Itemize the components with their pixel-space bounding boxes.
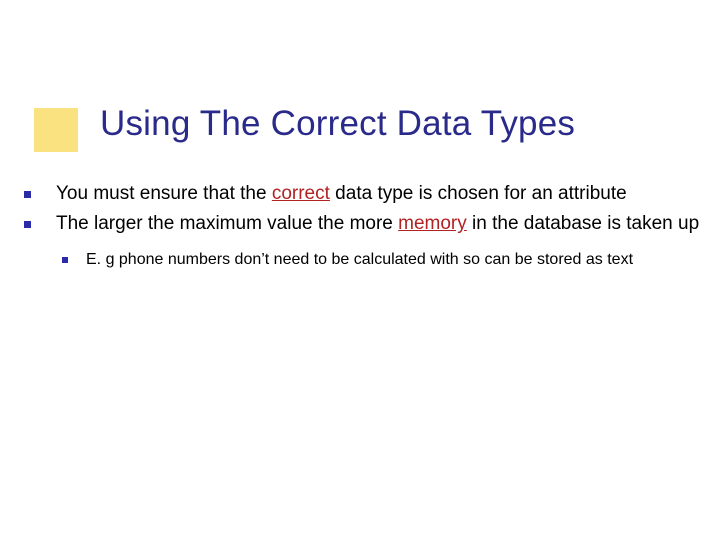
bullet-text-prefix: You must ensure that the — [56, 183, 272, 204]
title-accent-block — [34, 108, 78, 152]
bullet-emph: memory — [398, 213, 467, 234]
list-item: You must ensure that the correct data ty… — [20, 182, 700, 206]
sub-bullet-list: E. g phone numbers don’t need to be calc… — [56, 245, 700, 275]
sub-bullet-text: E. g phone numbers don’t need to be calc… — [86, 251, 633, 268]
slide-title: Using The Correct Data Types — [100, 104, 575, 144]
slide-content: You must ensure that the correct data ty… — [20, 182, 700, 281]
bullet-text-suffix: in the database is taken up — [467, 213, 699, 234]
list-item: The larger the maximum value the more me… — [20, 212, 700, 275]
bullet-list: You must ensure that the correct data ty… — [20, 182, 700, 275]
list-item: E. g phone numbers don’t need to be calc… — [56, 245, 700, 275]
bullet-emph: correct — [272, 183, 330, 204]
bullet-text-suffix: data type is chosen for an attribute — [330, 183, 627, 204]
bullet-text-prefix: The larger the maximum value the more — [56, 213, 398, 234]
